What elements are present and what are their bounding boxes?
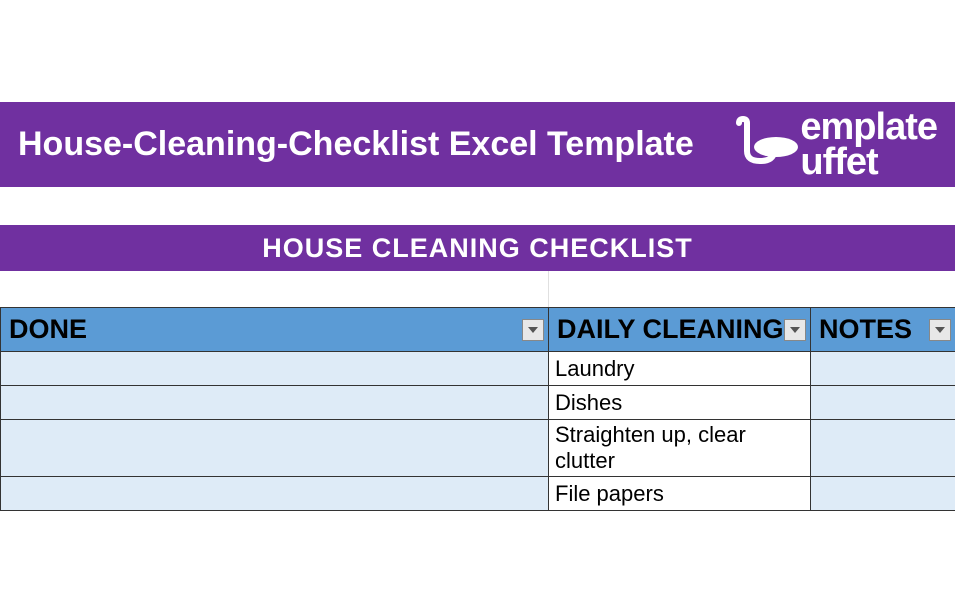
- title-text: House-Cleaning-Checklist Excel Template: [18, 125, 694, 164]
- cell-task[interactable]: File papers: [549, 477, 811, 511]
- cell-notes[interactable]: [811, 386, 955, 420]
- table-body: Laundry Dishes Straighten up, clear clut…: [1, 352, 955, 511]
- logo: emplate uffet: [734, 110, 937, 178]
- table-row: Straighten up, clear clutter: [1, 420, 955, 477]
- cell-notes[interactable]: [811, 352, 955, 386]
- top-spacer: [0, 0, 955, 102]
- title-banner: House-Cleaning-Checklist Excel Template …: [0, 102, 955, 187]
- filter-button-daily[interactable]: [784, 319, 806, 341]
- table-gap: [0, 271, 955, 307]
- filter-button-notes[interactable]: [929, 319, 951, 341]
- checklist-table: DONE DAILY CLEANING NOTES: [0, 307, 955, 511]
- checklist-table-container: DONE DAILY CLEANING NOTES: [0, 307, 955, 511]
- cell-done[interactable]: [1, 477, 549, 511]
- cell-done[interactable]: [1, 420, 549, 477]
- cell-task[interactable]: Dishes: [549, 386, 811, 420]
- cell-notes[interactable]: [811, 420, 955, 477]
- header-daily-label: DAILY CLEANING: [557, 314, 784, 344]
- header-done: DONE: [1, 308, 549, 352]
- header-notes: NOTES: [811, 308, 955, 352]
- mid-spacer: [0, 187, 955, 225]
- ladle-icon: [734, 113, 804, 177]
- chevron-down-icon: [790, 327, 800, 333]
- header-notes-label: NOTES: [819, 314, 912, 344]
- table-header-row: DONE DAILY CLEANING NOTES: [1, 308, 955, 352]
- cell-task[interactable]: Laundry: [549, 352, 811, 386]
- filter-button-done[interactable]: [522, 319, 544, 341]
- cell-notes[interactable]: [811, 477, 955, 511]
- chevron-down-icon: [528, 327, 538, 333]
- header-daily: DAILY CLEANING: [549, 308, 811, 352]
- chevron-down-icon: [935, 327, 945, 333]
- subtitle-banner: HOUSE CLEANING CHECKLIST: [0, 225, 955, 271]
- logo-text-top: emplate: [800, 110, 937, 144]
- cell-done[interactable]: [1, 352, 549, 386]
- logo-text-bottom: uffet: [800, 145, 937, 179]
- logo-text: emplate uffet: [800, 110, 937, 178]
- table-row: Dishes: [1, 386, 955, 420]
- subtitle-text: HOUSE CLEANING CHECKLIST: [262, 233, 693, 264]
- cell-done[interactable]: [1, 386, 549, 420]
- table-row: Laundry: [1, 352, 955, 386]
- cell-task[interactable]: Straighten up, clear clutter: [549, 420, 811, 477]
- header-done-label: DONE: [9, 314, 87, 344]
- table-row: File papers: [1, 477, 955, 511]
